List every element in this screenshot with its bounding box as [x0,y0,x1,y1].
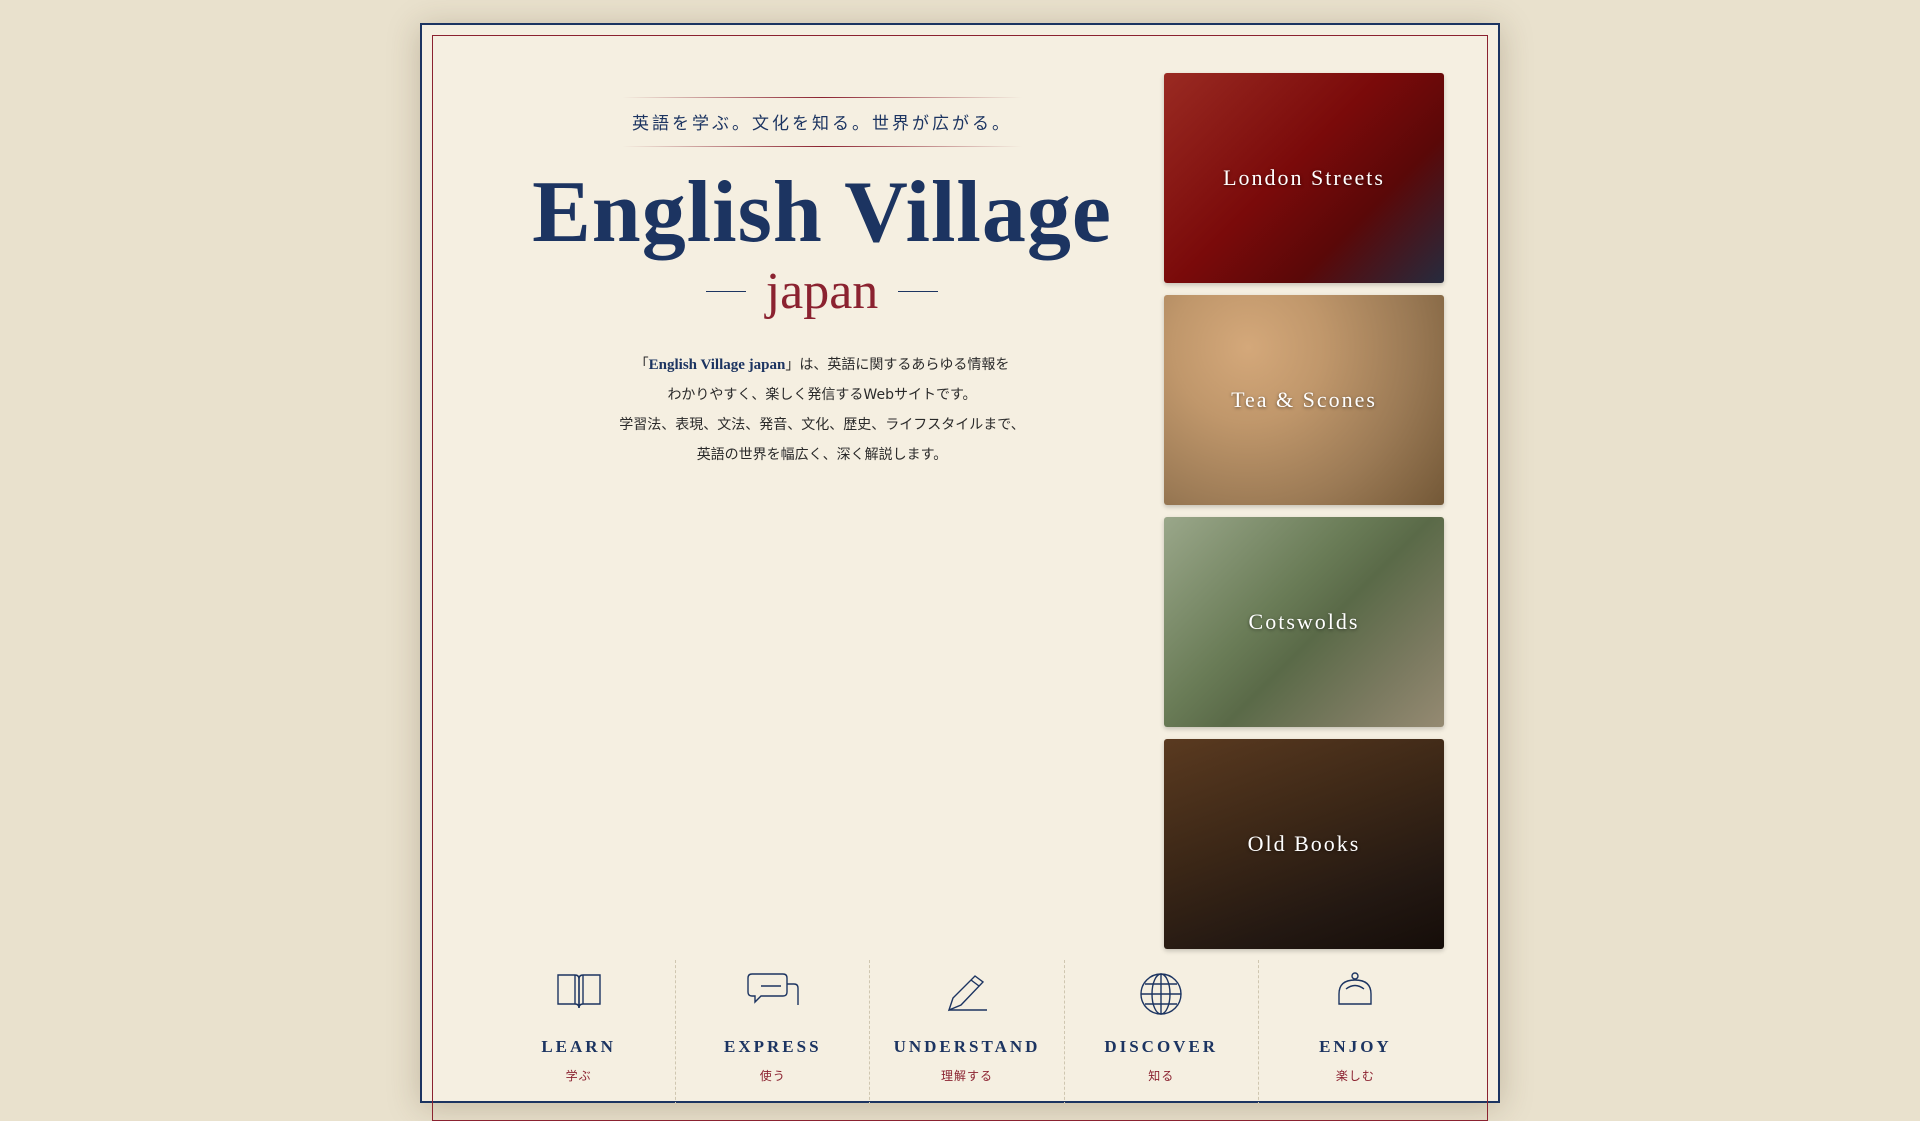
card-label: Tea & Scones [1231,387,1377,412]
feature-label: EXPRESS [724,1037,822,1056]
intro-brand-name: English Village japan [648,357,786,374]
intro-open-quote: 「 [634,357,649,374]
feature-label: UNDERSTAND [893,1037,1041,1056]
image-card-column: London Streets Tea & Scones Cotswolds Ol… [1164,73,1444,961]
card-old-books[interactable]: Old Books [1164,739,1444,949]
feature-label: LEARN [541,1037,616,1056]
card-cotswolds[interactable]: Cotswolds [1164,517,1444,727]
tagline-block: 英語を学ぶ。文化を知る。世界が広がる。 [622,97,1022,147]
intro-line-4: 英語の世界を幅広く、深く解説します。 [696,447,948,464]
tagline-top-rule [622,97,1022,98]
pen-icon [870,960,1063,1020]
globe-icon [1065,960,1258,1020]
feature-sublabel: 学ぶ [565,1069,592,1083]
feature-discover[interactable]: DISCOVER 知る [1065,960,1259,1105]
intro-line-2: わかりやすく、楽しく発信するWebサイトです。 [667,387,977,404]
feature-sublabel: 知る [1148,1069,1175,1083]
site-subtitle: japan [765,263,879,320]
card-label: Old Books [1247,831,1361,856]
subtitle-right-dash [898,291,939,293]
card-tea-scones[interactable]: Tea & Scones [1164,295,1444,505]
feature-label: ENJOY [1319,1037,1392,1056]
site-title: English Village [532,164,1112,261]
feature-sublabel: 楽しむ [1335,1069,1375,1083]
feature-sublabel: 使う [759,1069,786,1083]
feature-express[interactable]: EXPRESS 使う [676,960,871,1105]
intro-line-1: 「English Village japan」は、英語に関するあらゆる情報を [492,350,1152,380]
feature-sublabel: 理解する [941,1069,994,1083]
card-label: Cotswolds [1248,609,1360,634]
page-container: 英語を学ぶ。文化を知る。世界が広がる。 English Village japa… [420,23,1500,1121]
feature-enjoy[interactable]: ENJOY 楽しむ [1259,960,1452,1105]
feature-label: DISCOVER [1104,1037,1219,1056]
subtitle-left-dash [705,291,746,293]
feature-nav: LEARN 学ぶ EXPRESS 使う UNDERSTAND 理解する DISC… [482,960,1452,1105]
tagline: 英語を学ぶ。文化を知る。世界が広がる。 [632,114,1012,134]
card-london-streets[interactable]: London Streets [1164,73,1444,283]
intro-text: 「English Village japan」は、英語に関するあらゆる情報を わ… [492,350,1152,470]
feature-learn[interactable]: LEARN 学ぶ [482,960,677,1105]
hero-section: 英語を学ぶ。文化を知る。世界が広がる。 English Village japa… [492,97,1152,470]
book-icon [482,960,675,1020]
intro-line-1-rest: 」は、英語に関するあらゆる情報を [785,357,1010,374]
tagline-bottom-rule [622,146,1022,147]
intro-line-3: 学習法、表現、文法、発音、文化、歴史、ライフスタイルまで、 [619,417,1025,434]
card-label: London Streets [1223,165,1385,190]
speech-bubble-icon [676,960,869,1020]
subtitle-row: japan [492,263,1152,320]
tea-service-icon [1259,960,1452,1020]
feature-understand[interactable]: UNDERSTAND 理解する [870,960,1065,1105]
